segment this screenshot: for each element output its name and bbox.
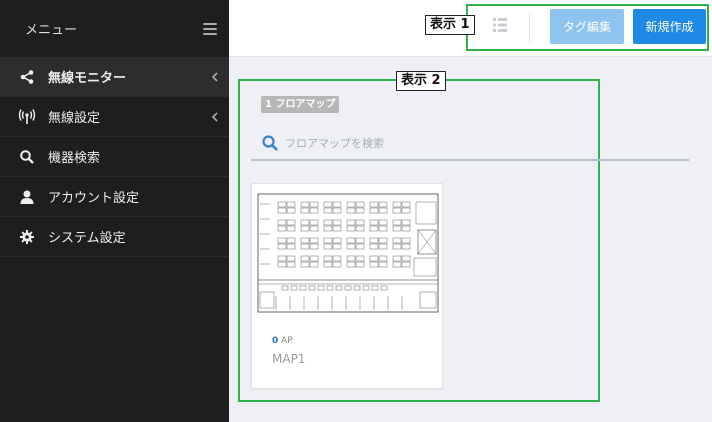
sidebar-header: メニュー (0, 0, 229, 57)
hamburger-menu-icon[interactable] (203, 22, 217, 35)
antenna-icon (18, 108, 36, 126)
floor-plan-thumbnail (256, 192, 440, 316)
sidebar-item-label: 無線モニター (48, 71, 127, 86)
sidebar-item-label: 機器検索 (48, 151, 101, 166)
sidebar-item-label: システム設定 (48, 231, 126, 246)
annotation-label-1: 表示 1 (425, 15, 475, 35)
sidebar-item-system-settings[interactable]: システム設定 (0, 217, 229, 257)
search-input[interactable] (285, 133, 665, 153)
floor-map-search (251, 127, 689, 161)
gear-icon (18, 228, 36, 246)
ap-count-number: 0 (272, 336, 279, 346)
ap-count: 0 AP (272, 336, 293, 346)
floor-map-count-badge: 1 フロアマップ (261, 96, 340, 113)
sidebar-item-wireless-settings[interactable]: 無線設定 (0, 97, 229, 137)
chevron-left-icon (209, 70, 221, 84)
ap-count-unit: AP (281, 336, 293, 346)
annotation-frame-1 (466, 4, 709, 51)
map-name: MAP1 (272, 352, 306, 366)
search-icon (262, 135, 278, 151)
sidebar-item-label: 無線設定 (48, 111, 101, 126)
sidebar-item-account-settings[interactable]: アカウント設定 (0, 177, 229, 217)
sidebar-title: メニュー (25, 23, 78, 38)
floor-map-card[interactable]: 0 AP MAP1 (251, 183, 443, 389)
sidebar-item-label: アカウント設定 (48, 191, 140, 206)
share-icon (18, 68, 36, 86)
sidebar: メニュー 無線モニター 無線設定 機器検索 アカウント設定 システム設定 (0, 0, 229, 422)
chevron-left-icon (209, 110, 221, 124)
annotation-label-2: 表示 2 (396, 71, 446, 91)
search-icon (18, 148, 36, 166)
user-icon (18, 188, 36, 206)
sidebar-item-device-search[interactable]: 機器検索 (0, 137, 229, 177)
sidebar-item-wireless-monitor[interactable]: 無線モニター (0, 57, 229, 97)
